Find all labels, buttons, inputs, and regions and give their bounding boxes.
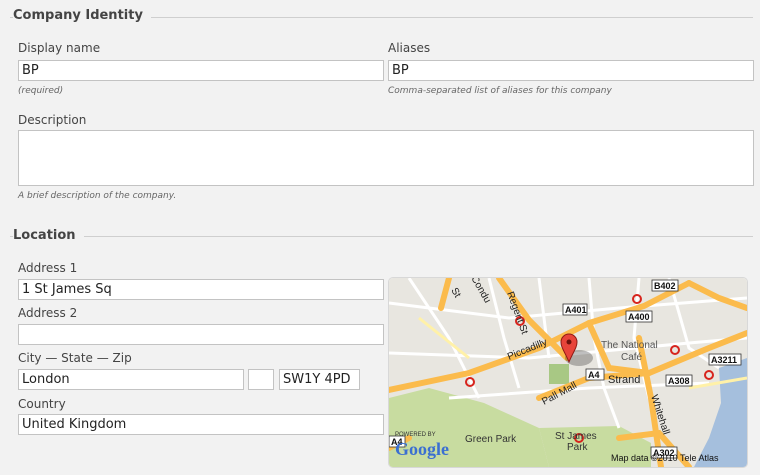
location-rule [10, 236, 753, 237]
display-name-label: Display name [18, 41, 101, 55]
address2-input[interactable] [18, 324, 384, 345]
country-label: Country [18, 397, 66, 411]
road-badge-a3211: A3211 [711, 355, 737, 365]
road-badge-a4: A4 [588, 370, 600, 380]
display-name-hint: (required) [18, 86, 64, 96]
road-badge-a400: A400 [628, 312, 650, 322]
map-label-green-park: Green Park [465, 434, 517, 445]
road-badge-b402: B402 [654, 281, 676, 291]
map-label-national-2: Café [621, 352, 643, 363]
address1-label: Address 1 [18, 261, 78, 275]
google-logo: Google [395, 439, 449, 459]
city-state-zip-label: City — State — Zip [18, 351, 132, 365]
address2-label: Address 2 [18, 306, 78, 320]
map-label-strand: Strand [608, 374, 640, 386]
road-badge-a308: A308 [668, 376, 690, 386]
display-name-input[interactable] [18, 60, 384, 81]
map-label-st-james-1: St James [555, 431, 597, 442]
aliases-hint: Comma-separated list of aliases for this… [388, 86, 612, 96]
map-label-national-1: The National [601, 340, 658, 351]
city-input[interactable] [18, 369, 244, 390]
aliases-label: Aliases [388, 41, 431, 55]
location-map[interactable]: B402 A401 A400 A4 A308 A3211 A4 A302 Reg… [388, 277, 748, 468]
road-badge-a401: A401 [565, 305, 587, 315]
company-identity-legend: Company Identity [13, 8, 151, 23]
st-james-square-area [549, 364, 569, 384]
state-input[interactable] [248, 369, 274, 390]
aliases-input[interactable] [388, 60, 754, 81]
description-textarea[interactable] [18, 130, 754, 186]
location-legend: Location [13, 228, 84, 243]
description-label: Description [18, 113, 87, 127]
address1-input[interactable] [18, 279, 384, 300]
map-powered-by: POWERED BY [395, 432, 436, 438]
zip-input[interactable] [279, 369, 360, 390]
map-canvas[interactable]: B402 A401 A400 A4 A308 A3211 A4 A302 Reg… [389, 278, 747, 467]
country-input[interactable] [18, 414, 384, 435]
map-attribution: Map data ©2010 Tele Atlas [611, 453, 719, 463]
description-hint: A brief description of the company. [18, 191, 177, 201]
map-label-st-james-2: Park [567, 442, 589, 453]
